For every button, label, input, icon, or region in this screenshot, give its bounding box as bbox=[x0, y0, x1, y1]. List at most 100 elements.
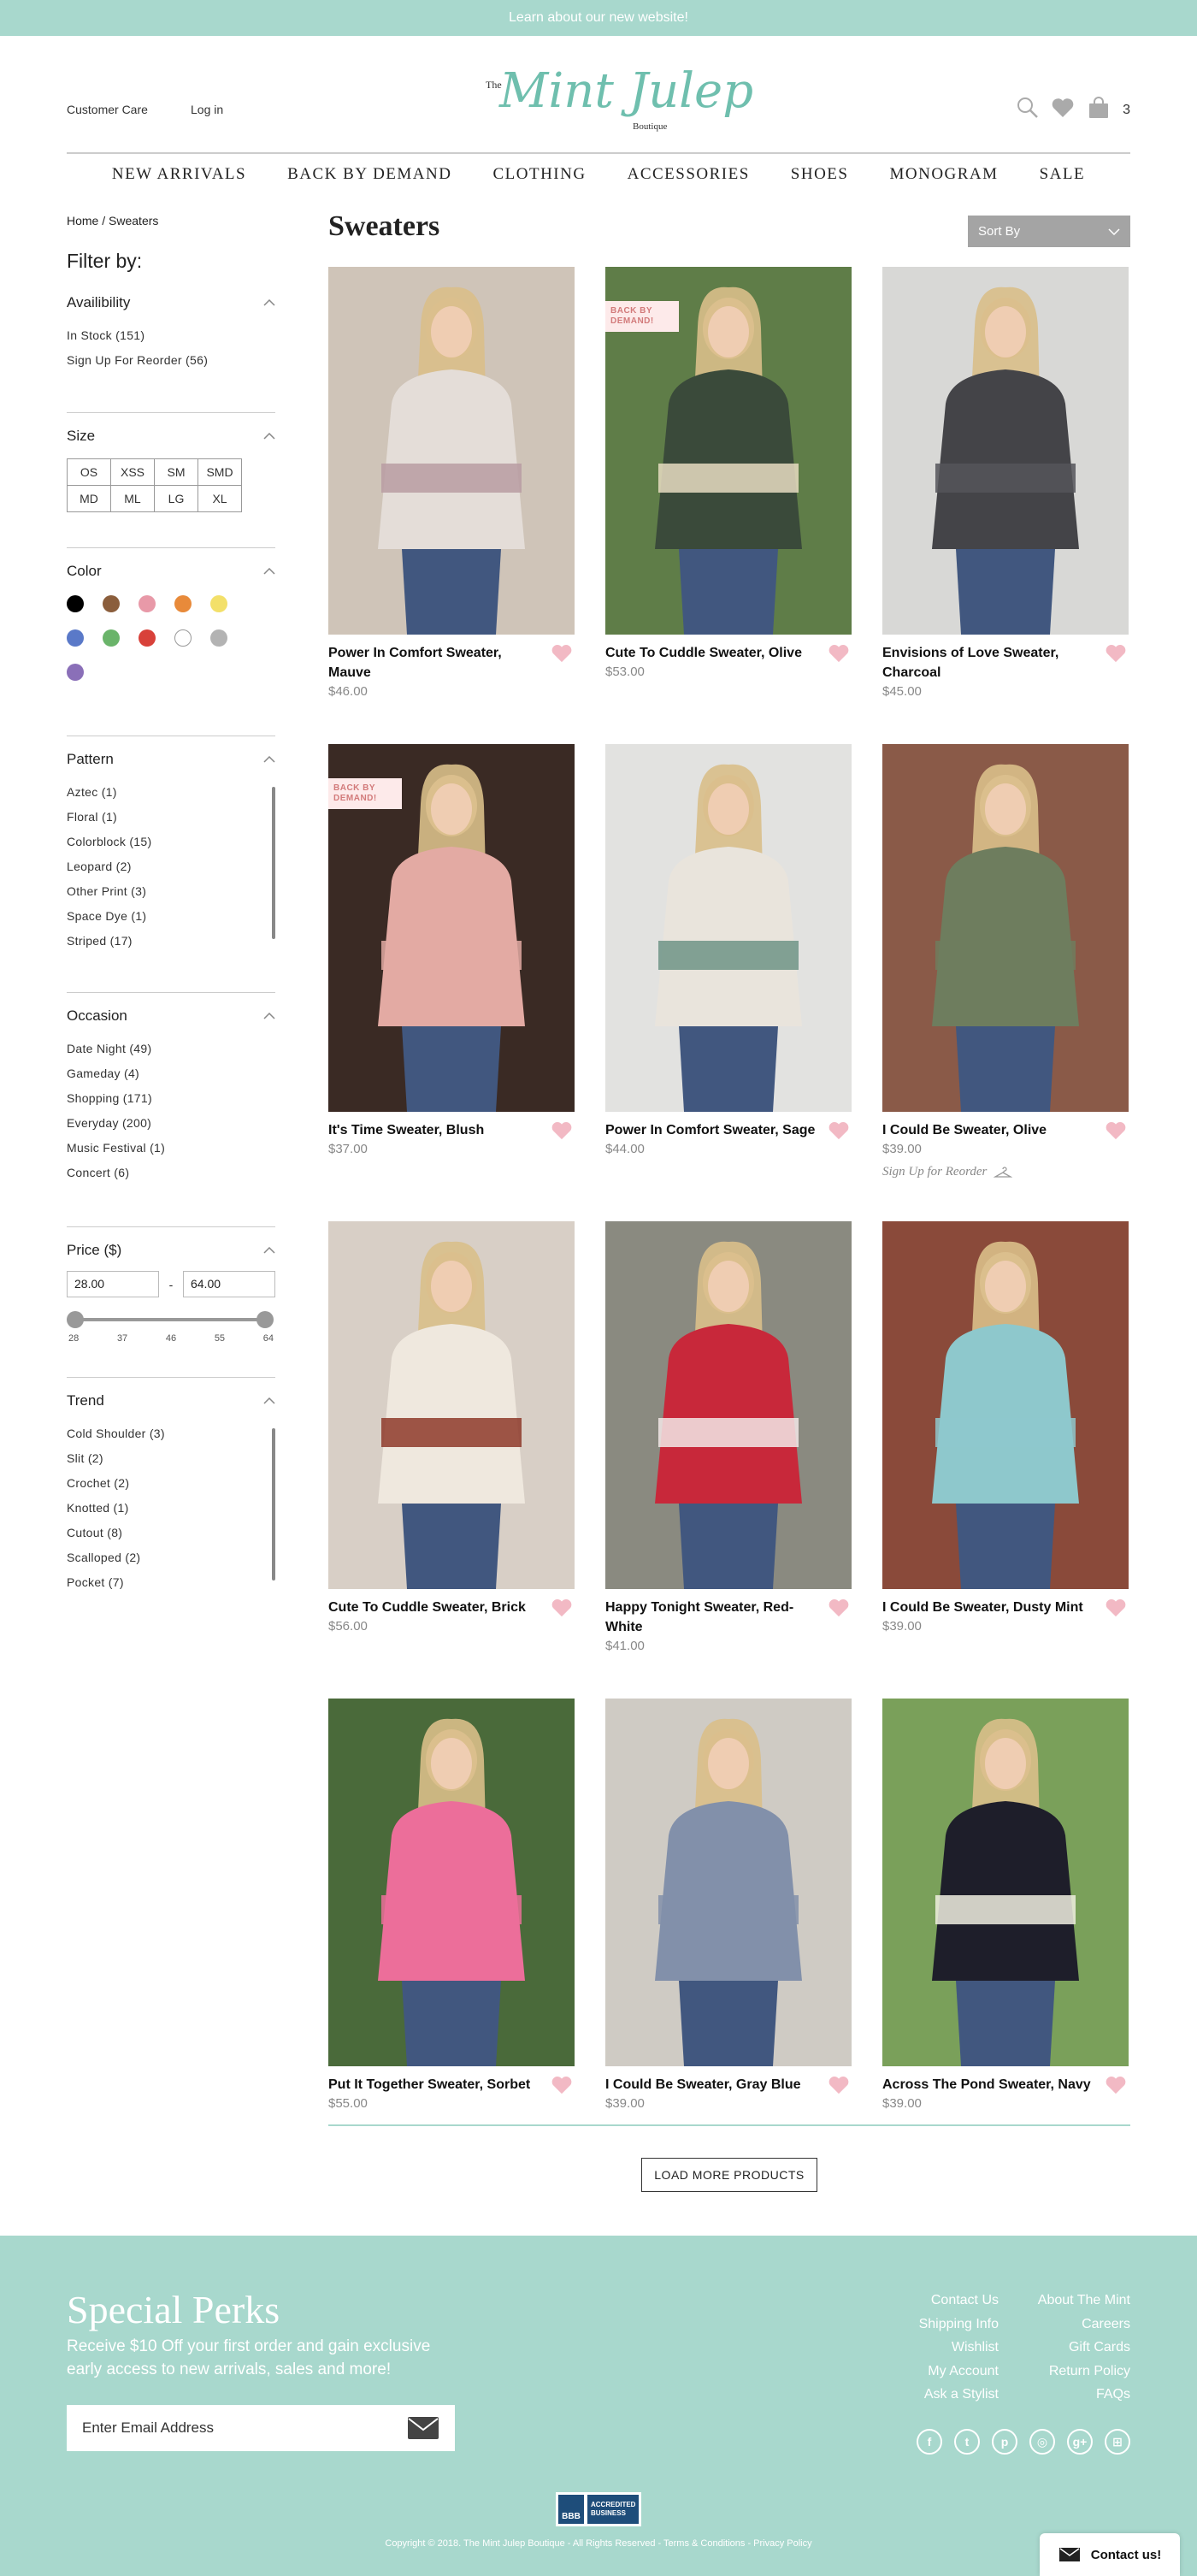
product-name[interactable]: Across The Pond Sweater, Navy bbox=[882, 2075, 1096, 2094]
email-signup-field[interactable]: Enter Email Address bbox=[67, 2405, 455, 2451]
product-card[interactable]: BACK BY DEMAND! Cute To Cuddle Sweater, O… bbox=[605, 267, 852, 679]
size-option[interactable]: SMD bbox=[198, 459, 242, 486]
color-swatch[interactable] bbox=[67, 595, 84, 612]
filter-option[interactable]: Pocket (7) bbox=[67, 1570, 275, 1595]
color-swatch[interactable] bbox=[139, 629, 156, 647]
product-name[interactable]: Power In Comfort Sweater, Mauve bbox=[328, 643, 542, 682]
filter-option[interactable]: Striped (17) bbox=[67, 929, 275, 954]
wishlist-heart-icon[interactable] bbox=[551, 643, 573, 664]
nav-monogram[interactable]: MONOGRAM bbox=[889, 165, 998, 184]
filter-option[interactable]: Sign Up For Reorder (56) bbox=[67, 348, 275, 373]
filter-option[interactable]: Other Print (3) bbox=[67, 879, 275, 904]
nav-new-arrivals[interactable]: NEW ARRIVALS bbox=[112, 165, 246, 184]
product-name[interactable]: Cute To Cuddle Sweater, Olive bbox=[605, 643, 819, 663]
wishlist-heart-icon[interactable] bbox=[1105, 1598, 1127, 1618]
product-card[interactable]: I Could Be Sweater, Gray Blue $39.00 bbox=[605, 1699, 852, 2111]
price-min-input[interactable]: 28.00 bbox=[67, 1271, 159, 1297]
size-option[interactable]: OS bbox=[68, 459, 111, 486]
color-swatch[interactable] bbox=[139, 595, 156, 612]
product-name[interactable]: Happy Tonight Sweater, Red-White bbox=[605, 1598, 819, 1637]
filter-option[interactable]: Cutout (8) bbox=[67, 1521, 275, 1545]
facebook-icon[interactable]: f bbox=[917, 2429, 942, 2455]
chevron-up-icon[interactable] bbox=[263, 299, 275, 306]
search-icon[interactable] bbox=[1017, 97, 1039, 123]
filter-color-header[interactable]: Color bbox=[67, 563, 275, 580]
product-image[interactable]: BACK BY DEMAND! bbox=[328, 744, 575, 1112]
bag-icon[interactable] bbox=[1087, 96, 1111, 124]
filter-option[interactable]: In Stock (151) bbox=[67, 323, 275, 348]
color-swatch[interactable] bbox=[210, 595, 227, 612]
instagram-icon[interactable]: ◎ bbox=[1029, 2429, 1055, 2455]
filter-option[interactable]: Leopard (2) bbox=[67, 854, 275, 879]
announcement-bar[interactable]: Learn about our new website! bbox=[0, 0, 1197, 36]
product-name[interactable]: Cute To Cuddle Sweater, Brick bbox=[328, 1598, 542, 1617]
wishlist-heart-icon[interactable] bbox=[551, 1120, 573, 1141]
filter-pattern-header[interactable]: Pattern bbox=[67, 751, 275, 768]
product-image[interactable] bbox=[328, 1699, 575, 2066]
filter-option[interactable]: Slit (2) bbox=[67, 1446, 275, 1471]
bbb-badge[interactable]: BBB ACCREDITED BUSINESS bbox=[556, 2492, 641, 2526]
chevron-up-icon[interactable] bbox=[263, 1013, 275, 1019]
product-card[interactable]: BACK BY DEMAND! It's Time Sweater, Blush $… bbox=[328, 744, 575, 1156]
size-option[interactable]: LG bbox=[155, 486, 198, 512]
twitter-icon[interactable]: t bbox=[954, 2429, 980, 2455]
chevron-up-icon[interactable] bbox=[263, 1247, 275, 1254]
color-swatch[interactable] bbox=[67, 664, 84, 681]
filter-occasion-header[interactable]: Occasion bbox=[67, 1007, 275, 1025]
product-name[interactable]: I Could Be Sweater, Olive bbox=[882, 1120, 1096, 1140]
product-image[interactable] bbox=[605, 744, 852, 1112]
footer-link[interactable]: Careers bbox=[1038, 2313, 1130, 2337]
product-card[interactable]: Power In Comfort Sweater, Mauve $46.00 bbox=[328, 267, 575, 699]
product-image[interactable] bbox=[882, 744, 1129, 1112]
wishlist-heart-icon[interactable] bbox=[551, 1598, 573, 1618]
filter-option[interactable]: Concert (6) bbox=[67, 1161, 275, 1185]
color-swatch[interactable] bbox=[174, 629, 192, 647]
filter-option[interactable]: Cold Shoulder (3) bbox=[67, 1421, 275, 1446]
chevron-up-icon[interactable] bbox=[263, 568, 275, 575]
customer-care-link[interactable]: Customer Care bbox=[67, 103, 148, 116]
wishlist-heart-icon[interactable] bbox=[1105, 643, 1127, 664]
product-image[interactable] bbox=[882, 267, 1129, 635]
slider-min-handle[interactable] bbox=[67, 1311, 84, 1328]
login-link[interactable]: Log in bbox=[191, 103, 223, 116]
footer-link[interactable]: FAQs bbox=[1038, 2383, 1130, 2407]
filter-option[interactable]: Crochet (2) bbox=[67, 1471, 275, 1496]
trend-scrollbar[interactable] bbox=[272, 1428, 275, 1580]
size-option[interactable]: ML bbox=[111, 486, 155, 512]
product-card[interactable]: Envisions of Love Sweater, Charcoal $45.0… bbox=[882, 267, 1129, 699]
product-name[interactable]: It's Time Sweater, Blush bbox=[328, 1120, 542, 1140]
price-slider[interactable] bbox=[67, 1309, 274, 1344]
contact-us-button[interactable]: Contact us! bbox=[1040, 2533, 1180, 2576]
reorder-link[interactable]: Sign Up for Reorder bbox=[882, 1165, 1129, 1179]
wishlist-heart-icon[interactable] bbox=[828, 1120, 850, 1141]
product-name[interactable]: I Could Be Sweater, Dusty Mint bbox=[882, 1598, 1096, 1617]
pattern-scrollbar[interactable] bbox=[272, 787, 275, 939]
size-option[interactable]: XSS bbox=[111, 459, 155, 486]
chevron-up-icon[interactable] bbox=[263, 756, 275, 763]
filter-availability-header[interactable]: Availibility bbox=[67, 294, 275, 311]
filter-trend-header[interactable]: Trend bbox=[67, 1392, 275, 1409]
nav-back-by-demand[interactable]: BACK BY DEMAND bbox=[287, 165, 451, 184]
nav-accessories[interactable]: ACCESSORIES bbox=[628, 165, 750, 184]
nav-clothing[interactable]: CLOTHING bbox=[492, 165, 586, 184]
filter-option[interactable]: Music Festival (1) bbox=[67, 1136, 275, 1161]
breadcrumb-home[interactable]: Home bbox=[67, 214, 98, 227]
filter-option[interactable]: Space Dye (1) bbox=[67, 904, 275, 929]
nav-sale[interactable]: SALE bbox=[1040, 165, 1086, 184]
filter-option[interactable]: Shopping (171) bbox=[67, 1086, 275, 1111]
filter-option[interactable]: Date Night (49) bbox=[67, 1037, 275, 1061]
size-option[interactable]: SM bbox=[155, 459, 198, 486]
chevron-up-icon[interactable] bbox=[263, 1397, 275, 1404]
wishlist-heart-icon[interactable] bbox=[828, 643, 850, 664]
heart-icon[interactable] bbox=[1051, 97, 1075, 123]
filter-option[interactable]: Colorblock (15) bbox=[67, 830, 275, 854]
filter-option[interactable]: Aztec (1) bbox=[67, 780, 275, 805]
site-logo[interactable]: The Mint Julep Boutique bbox=[479, 60, 753, 145]
filter-size-header[interactable]: Size bbox=[67, 428, 275, 445]
color-swatch[interactable] bbox=[174, 595, 192, 612]
announcement-text[interactable]: Learn about our new website! bbox=[509, 10, 688, 26]
product-image[interactable] bbox=[882, 1699, 1129, 2066]
wishlist-heart-icon[interactable] bbox=[1105, 2075, 1127, 2095]
price-max-input[interactable]: 64.00 bbox=[182, 1271, 275, 1297]
product-name[interactable]: Envisions of Love Sweater, Charcoal bbox=[882, 643, 1096, 682]
